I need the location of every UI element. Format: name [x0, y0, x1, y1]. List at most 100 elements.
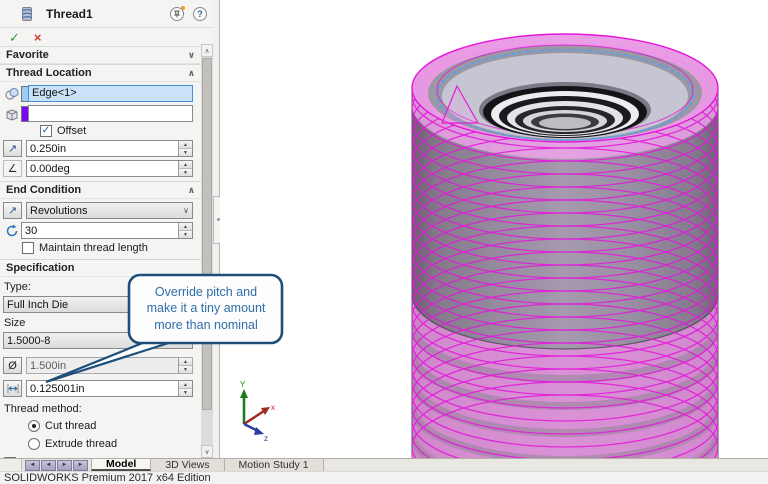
cut-thread-label: Cut thread	[45, 420, 96, 432]
revolutions-row: ▲ ▼	[3, 222, 193, 239]
spin-down-icon[interactable]: ▼	[179, 169, 192, 176]
pitch-row: ▲ ▼	[3, 380, 193, 397]
orientation-triad: Y x z	[240, 380, 275, 443]
edge-selection-box[interactable]: Edge<1>	[28, 85, 193, 102]
extrude-thread-row: Extrude thread	[28, 438, 193, 450]
tab-next-icon[interactable]: ►	[57, 460, 72, 471]
panel-scrollbar[interactable]: ∧ ∨	[201, 44, 213, 458]
tab-nav-buttons: ◄ ◄ ► ►	[22, 459, 91, 471]
type-row: Full Inch Die ∨	[3, 296, 193, 313]
scroll-up-icon[interactable]: ∧	[201, 44, 213, 57]
tab-model[interactable]: Model	[91, 459, 151, 471]
tab-first-icon[interactable]: ◄	[25, 460, 40, 471]
chevron-up-icon: ∧	[188, 68, 195, 79]
revolutions-input[interactable]	[22, 223, 178, 238]
face-selection-row	[3, 105, 193, 122]
tab-last-icon[interactable]: ►	[73, 460, 88, 471]
maintain-length-label: Maintain thread length	[39, 242, 148, 254]
pitch-field-wrap: ▲ ▼	[26, 380, 193, 397]
scroll-down-icon[interactable]: ∨	[201, 445, 213, 458]
size-value: 1.5000-8	[7, 335, 183, 347]
threaded-hole	[479, 82, 651, 138]
chevron-down-icon: ∨	[188, 50, 195, 61]
triad-x-label: x	[271, 403, 275, 412]
type-label: Type:	[4, 281, 197, 293]
offset-checkbox-row: ✓ Offset	[40, 125, 193, 137]
tab-prev-icon[interactable]: ◄	[41, 460, 56, 471]
spin-up-icon[interactable]: ▲	[179, 381, 192, 389]
ok-check-icon[interactable]: ✓	[9, 31, 20, 44]
end-condition-value: Revolutions	[30, 205, 183, 217]
confirm-toolbar: ✓ ×	[0, 28, 213, 47]
face-select-icon	[3, 106, 21, 122]
thread-feature-icon	[18, 5, 36, 23]
tab-motion-study-1[interactable]: Motion Study 1	[225, 459, 324, 471]
offset-face-selection-box[interactable]	[28, 105, 193, 122]
diameter-field-wrap: ▲ ▼	[26, 357, 193, 374]
graphics-area[interactable]: Y x z	[220, 0, 768, 458]
pin-icon[interactable]	[170, 7, 184, 21]
offset-checkbox[interactable]: ✓	[40, 125, 52, 137]
offset-angle-spinner[interactable]: ▲ ▼	[178, 161, 192, 176]
offset-angle-field-wrap: ▲ ▼	[26, 160, 193, 177]
size-row: 1.5000-8 ∨	[3, 332, 193, 349]
pin-new-indicator	[181, 6, 185, 10]
diameter-icon: Ø	[3, 357, 22, 374]
offset-distance-icon[interactable]: ↗	[3, 140, 22, 157]
pitch-input[interactable]	[27, 381, 178, 396]
end-condition-dropdown[interactable]: Revolutions ∨	[26, 202, 193, 219]
thread-method-label: Thread method:	[4, 403, 197, 415]
offset-distance-row: ↗ ▲ ▼	[3, 140, 193, 157]
document-tab-bar: ◄ ◄ ► ► Model 3D Views Motion Study 1	[0, 458, 768, 471]
specification-section-header[interactable]: Specification	[0, 259, 213, 277]
favorite-title: Favorite	[6, 49, 49, 61]
spin-down-icon[interactable]: ▼	[179, 231, 192, 238]
offset-distance-input[interactable]	[27, 141, 178, 156]
cut-thread-radio[interactable]	[28, 420, 40, 432]
end-condition-title: End Condition	[6, 184, 81, 196]
offset-distance-spinner[interactable]: ▲ ▼	[178, 141, 192, 156]
maintain-length-checkbox[interactable]	[22, 242, 34, 254]
edge-selection-row: Edge<1>	[3, 85, 193, 102]
end-condition-body: ↗ Revolutions ∨ ▲ ▼	[0, 202, 213, 254]
spin-up-icon[interactable]: ▲	[179, 358, 192, 366]
diameter-spinner[interactable]: ▲ ▼	[178, 358, 192, 373]
revolutions-spinner[interactable]: ▲ ▼	[178, 223, 192, 238]
angle-icon: ∠	[3, 160, 22, 177]
size-label: Size	[4, 317, 197, 329]
thread-property-manager: Thread1 ? ✓ × Favorite ∨ Thread Location…	[0, 0, 213, 458]
revolutions-field-wrap: ▲ ▼	[21, 222, 193, 239]
offset-angle-row: ∠ ▲ ▼	[3, 160, 193, 177]
chevron-up-icon: ∧	[188, 185, 195, 196]
edge-select-icon	[3, 86, 21, 102]
spin-down-icon[interactable]: ▼	[179, 149, 192, 156]
spin-up-icon[interactable]: ▲	[179, 223, 192, 231]
help-glyph: ?	[197, 9, 203, 19]
spin-up-icon[interactable]: ▲	[179, 141, 192, 149]
end-condition-section-header[interactable]: End Condition ∧	[0, 181, 213, 199]
triad-z-label: z	[264, 434, 268, 443]
spin-down-icon[interactable]: ▼	[179, 366, 192, 373]
thread-preview-model: Y x z	[220, 0, 768, 458]
size-dropdown[interactable]: 1.5000-8 ∨	[3, 332, 193, 349]
thread-location-section-header[interactable]: Thread Location ∧	[0, 64, 213, 82]
thread-location-body: Edge<1> ✓ Offset ↗	[0, 85, 213, 177]
tab-3d-views[interactable]: 3D Views	[151, 459, 224, 471]
spin-up-icon[interactable]: ▲	[179, 161, 192, 169]
solidworks-window: Thread1 ? ✓ × Favorite ∨ Thread Location…	[0, 0, 768, 484]
cancel-x-icon[interactable]: ×	[34, 31, 42, 44]
pitch-spinner[interactable]: ▲ ▼	[178, 381, 192, 396]
type-dropdown[interactable]: Full Inch Die ∨	[3, 296, 193, 313]
pushpin-glyph	[173, 10, 181, 18]
offset-angle-input[interactable]	[27, 161, 178, 176]
scrollbar-thumb[interactable]	[202, 58, 212, 410]
favorite-section-header[interactable]: Favorite ∨	[0, 47, 213, 64]
help-icon[interactable]: ?	[193, 7, 207, 21]
dropdown-arrow-icon: ∨	[183, 300, 189, 309]
spin-down-icon[interactable]: ▼	[179, 389, 192, 396]
cut-thread-row: Cut thread	[28, 420, 193, 432]
pitch-icon[interactable]	[3, 380, 22, 397]
specification-title: Specification	[6, 262, 74, 274]
extrude-thread-radio[interactable]	[28, 438, 40, 450]
diameter-input[interactable]	[27, 358, 178, 373]
